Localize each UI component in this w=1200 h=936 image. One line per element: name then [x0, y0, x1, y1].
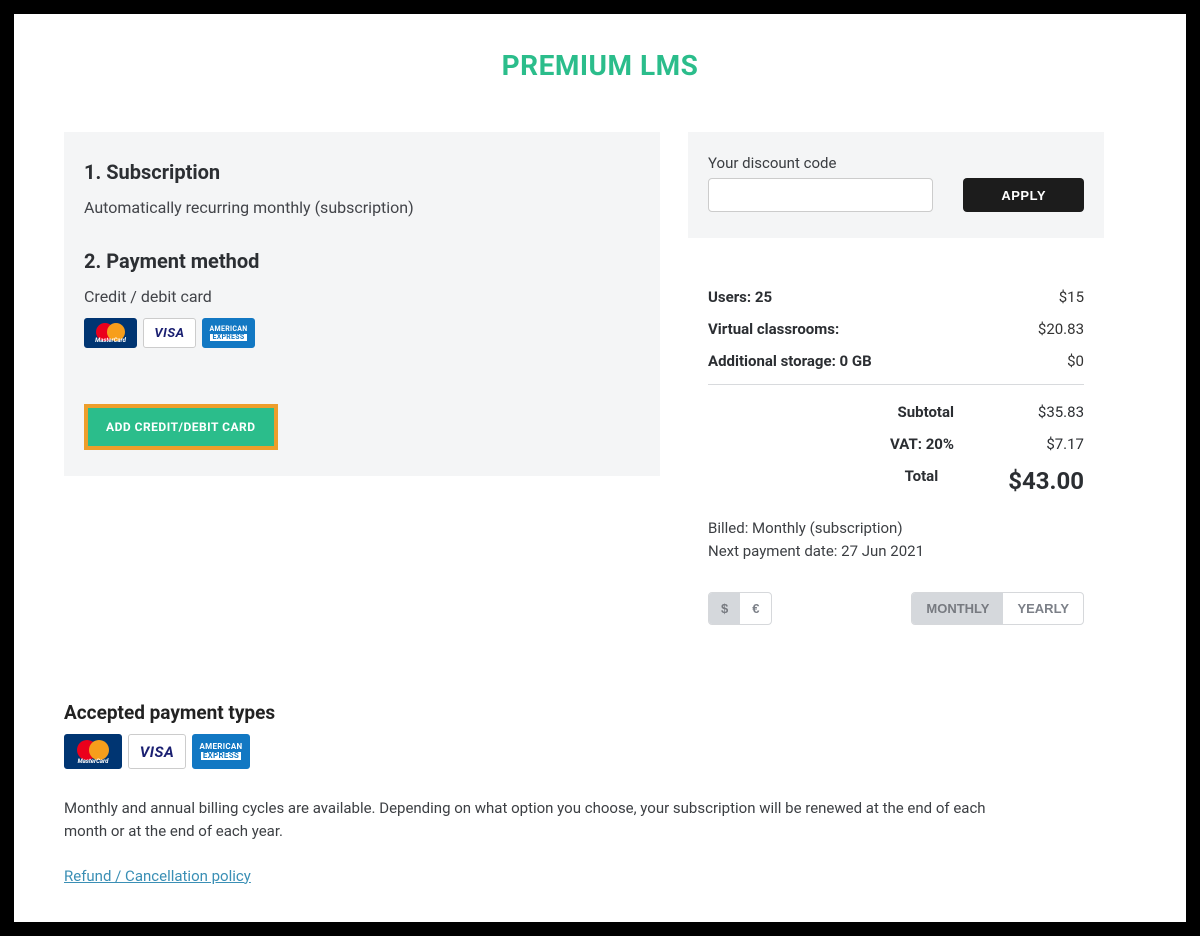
period-toggle: MONTHLY YEARLY — [911, 592, 1084, 625]
summary-divider — [708, 384, 1084, 385]
subscription-panel: 1. Subscription Automatically recurring … — [64, 132, 660, 476]
page-title: PREMIUM LMS — [64, 49, 1136, 82]
currency-usd-button[interactable]: $ — [709, 593, 740, 624]
discount-panel: Your discount code APPLY — [688, 132, 1104, 238]
subscription-desc: Automatically recurring monthly (subscri… — [84, 198, 640, 217]
summary-row-users: Users: 25 $15 — [708, 288, 1084, 306]
order-summary-panel: Users: 25 $15 Virtual classrooms: $20.83… — [688, 262, 1104, 643]
refund-cancellation-link[interactable]: Refund / Cancellation policy — [64, 867, 251, 885]
mastercard-icon: MasterCard — [64, 734, 122, 769]
summary-row-vat: VAT: 20% $7.17 — [708, 435, 1084, 453]
visa-icon: VISA — [143, 318, 196, 348]
currency-toggle: $ € — [708, 592, 772, 625]
currency-eur-button[interactable]: € — [740, 593, 771, 624]
next-payment-date: Next payment date: 27 Jun 2021 — [708, 540, 1084, 563]
summary-row-classrooms: Virtual classrooms: $20.83 — [708, 320, 1084, 338]
add-credit-debit-card-button[interactable]: ADD CREDIT/DEBIT CARD — [84, 404, 278, 450]
payment-method-heading: 2. Payment method — [84, 249, 640, 273]
visa-icon: VISA — [128, 734, 186, 769]
summary-row-subtotal: Subtotal $35.83 — [708, 403, 1084, 421]
billing-frequency: Billed: Monthly (subscription) — [708, 517, 1084, 540]
amex-icon: AMERICAN EXPRESS — [192, 734, 250, 769]
billing-cycle-note: Monthly and annual billing cycles are av… — [64, 797, 1024, 844]
subscription-heading: 1. Subscription — [84, 160, 640, 184]
summary-row-total: Total $43.00 — [708, 467, 1084, 495]
discount-code-input[interactable] — [708, 178, 933, 212]
accepted-cards-footer: MasterCard VISA AMERICAN EXPRESS — [64, 734, 1136, 769]
accepted-payment-types-heading: Accepted payment types — [64, 701, 1136, 724]
card-type-label: Credit / debit card — [84, 287, 640, 306]
period-monthly-button[interactable]: MONTHLY — [912, 593, 1003, 624]
amex-icon: AMERICAN EXPRESS — [202, 318, 255, 348]
mastercard-icon: MasterCard — [84, 318, 137, 348]
accepted-cards-inline: MasterCard VISA AMERICAN EXPRESS — [84, 318, 640, 348]
summary-row-storage: Additional storage: 0 GB $0 — [708, 352, 1084, 370]
apply-discount-button[interactable]: APPLY — [963, 178, 1084, 212]
discount-code-label: Your discount code — [708, 154, 1084, 172]
period-yearly-button[interactable]: YEARLY — [1003, 593, 1083, 624]
